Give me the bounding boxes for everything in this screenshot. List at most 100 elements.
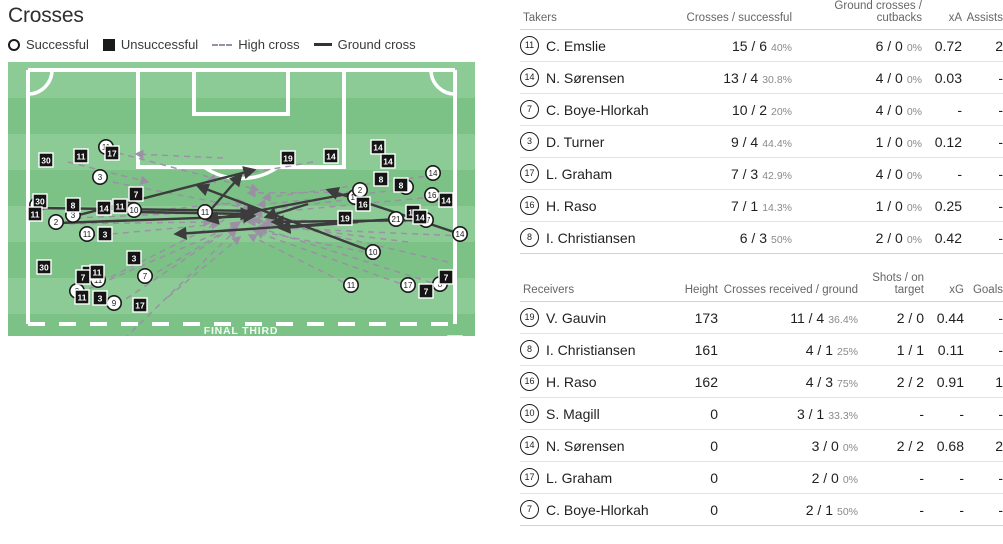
takers-header-row: Takers Crosses / successful Ground cross… (520, 0, 1003, 30)
stat-value: 15 / 6 (732, 38, 767, 54)
takers-col-xa[interactable]: xA (922, 0, 962, 30)
percentage-value: 14.3% (762, 202, 792, 214)
player-cell[interactable]: 7C. Boye-Hlorkah (520, 494, 660, 526)
stat-value: 1 / 0 (876, 198, 903, 214)
takers-col-name[interactable]: Takers (520, 0, 670, 30)
svg-text:17: 17 (135, 300, 145, 310)
stat-cell: 0.68 (924, 430, 964, 462)
stat-value: 11 / 4 (790, 310, 824, 326)
stat-value: 0 (710, 470, 718, 486)
receivers-col-goals[interactable]: Goals (964, 272, 1003, 302)
player-name: I. Christiansen (546, 230, 635, 246)
dashed-line-icon (212, 44, 232, 46)
stat-cell: 0.72 (922, 30, 962, 62)
table-row[interactable]: 8I. Christiansen6 / 350%2 / 00%0.42- (520, 222, 1003, 254)
legend-item-successful: Successful (8, 37, 89, 52)
stat-cell: 162 (660, 366, 718, 398)
table-row[interactable]: 7C. Boye-Hlorkah10 / 220%4 / 00%-- (520, 94, 1003, 126)
table-row[interactable]: 16H. Raso7 / 114.3%1 / 00%0.25- (520, 190, 1003, 222)
table-row[interactable]: 8I. Christiansen1614 / 125%1 / 10.11- (520, 334, 1003, 366)
table-row[interactable]: 10S. Magill03 / 133.3%--- (520, 398, 1003, 430)
unsuccessful-marker: 3 (93, 291, 107, 305)
percentage-value: 42.9% (762, 170, 792, 182)
svg-text:7: 7 (143, 272, 148, 281)
successful-marker: 3 (93, 170, 107, 184)
stat-cell: 0.91 (924, 366, 964, 398)
pitch-visualization: FINAL THIRD 1133112111110172147161721141… (8, 62, 475, 336)
solid-line-icon (314, 43, 332, 46)
stat-cell: 3 / 00% (718, 430, 858, 462)
player-cell[interactable]: 16H. Raso (520, 190, 670, 222)
stat-cell: 2 / 00% (718, 462, 858, 494)
player-cell[interactable]: 19V. Gauvin (520, 302, 660, 334)
player-cell[interactable]: 8I. Christiansen (520, 222, 670, 254)
receivers-col-name[interactable]: Receivers (520, 272, 660, 302)
stat-value: - (998, 502, 1003, 518)
takers-col-assists[interactable]: Assists (962, 0, 1003, 30)
table-row[interactable]: 19V. Gauvin17311 / 436.4%2 / 00.44- (520, 302, 1003, 334)
stat-value: - (998, 166, 1003, 182)
player-cell[interactable]: 11C. Emslie (520, 30, 670, 62)
player-cell[interactable]: 7C. Boye-Hlorkah (520, 94, 670, 126)
player-cell[interactable]: 17L. Graham (520, 462, 660, 494)
player-cell[interactable]: 14N. Sørensen (520, 62, 670, 94)
stat-value: 0.91 (937, 374, 964, 390)
svg-text:14: 14 (429, 169, 438, 178)
legend-item-unsuccessful: Unsuccessful (103, 37, 198, 52)
stat-value: 2 / 0 (812, 470, 839, 486)
table-row[interactable]: 3D. Turner9 / 444.4%1 / 00%0.12- (520, 126, 1003, 158)
stat-value: 0.25 (935, 198, 962, 214)
takers-col-ground[interactable]: Ground crosses / cutbacks (792, 0, 922, 30)
stat-value: - (998, 102, 1003, 118)
stat-cell: 9 / 444.4% (670, 126, 792, 158)
percentage-value: 0% (907, 170, 922, 182)
stat-cell: 3 / 133.3% (718, 398, 858, 430)
stat-cell: 0.44 (924, 302, 964, 334)
player-cell[interactable]: 17L. Graham (520, 158, 670, 190)
receivers-col-shots[interactable]: Shots / on target (858, 272, 924, 302)
stat-cell: 2 / 2 (858, 430, 924, 462)
takers-col-crosses[interactable]: Crosses / successful (670, 0, 792, 30)
player-cell[interactable]: 14N. Sørensen (520, 430, 660, 462)
receivers-col-received[interactable]: Crosses received / ground (718, 272, 858, 302)
stat-value: - (919, 470, 924, 486)
table-row[interactable]: 7C. Boye-Hlorkah02 / 150%--- (520, 494, 1003, 526)
percentage-value: 0% (843, 442, 858, 454)
stat-value: - (919, 502, 924, 518)
table-row[interactable]: 16H. Raso1624 / 375%2 / 20.911 (520, 366, 1003, 398)
player-cell[interactable]: 10S. Magill (520, 398, 660, 430)
stat-cell: - (964, 462, 1003, 494)
stat-cell: - (924, 494, 964, 526)
unsuccessful-marker: 8 (66, 198, 80, 212)
player-cell[interactable]: 16H. Raso (520, 366, 660, 398)
stat-value: 2 / 0 (876, 230, 903, 246)
stat-value: 0.44 (937, 310, 964, 326)
table-row[interactable]: 14N. Sørensen 03 / 00%2 / 20.68 2 (520, 430, 1003, 462)
unsuccessful-marker: 3 (127, 251, 141, 265)
table-row[interactable]: 11C. Emslie15 / 640%6 / 00%0.722 (520, 30, 1003, 62)
percentage-value: 0% (907, 42, 922, 54)
svg-text:11: 11 (31, 209, 40, 219)
player-cell[interactable]: 3D. Turner (520, 126, 670, 158)
stat-cell: - (858, 494, 924, 526)
stat-value: 0 (710, 438, 718, 454)
table-row[interactable]: 17L. Graham7 / 342.9%4 / 00%-- (520, 158, 1003, 190)
jersey-number: 14 (520, 68, 539, 87)
stat-value: 2 (995, 38, 1003, 54)
stat-cell: - (922, 94, 962, 126)
successful-marker: 11 (344, 278, 358, 292)
receivers-col-height[interactable]: Height (660, 272, 718, 302)
table-row[interactable]: 14N. Sørensen13 / 430.8%4 / 00%0.03- (520, 62, 1003, 94)
stat-value: 2 (995, 438, 1003, 454)
player-cell[interactable]: 8I. Christiansen (520, 334, 660, 366)
svg-text:30: 30 (41, 155, 51, 165)
stat-value: 1 / 1 (897, 342, 924, 358)
unsuccessful-marker: 14 (413, 210, 427, 224)
unsuccessful-marker: 7 (439, 270, 453, 284)
table-row[interactable]: 17L. Graham02 / 00%--- (520, 462, 1003, 494)
stat-value: 6 / 3 (740, 230, 767, 246)
receivers-col-xg[interactable]: xG (924, 272, 964, 302)
stat-value: 10 / 2 (732, 102, 767, 118)
jersey-number: 14 (520, 436, 539, 455)
svg-text:14: 14 (456, 230, 465, 239)
